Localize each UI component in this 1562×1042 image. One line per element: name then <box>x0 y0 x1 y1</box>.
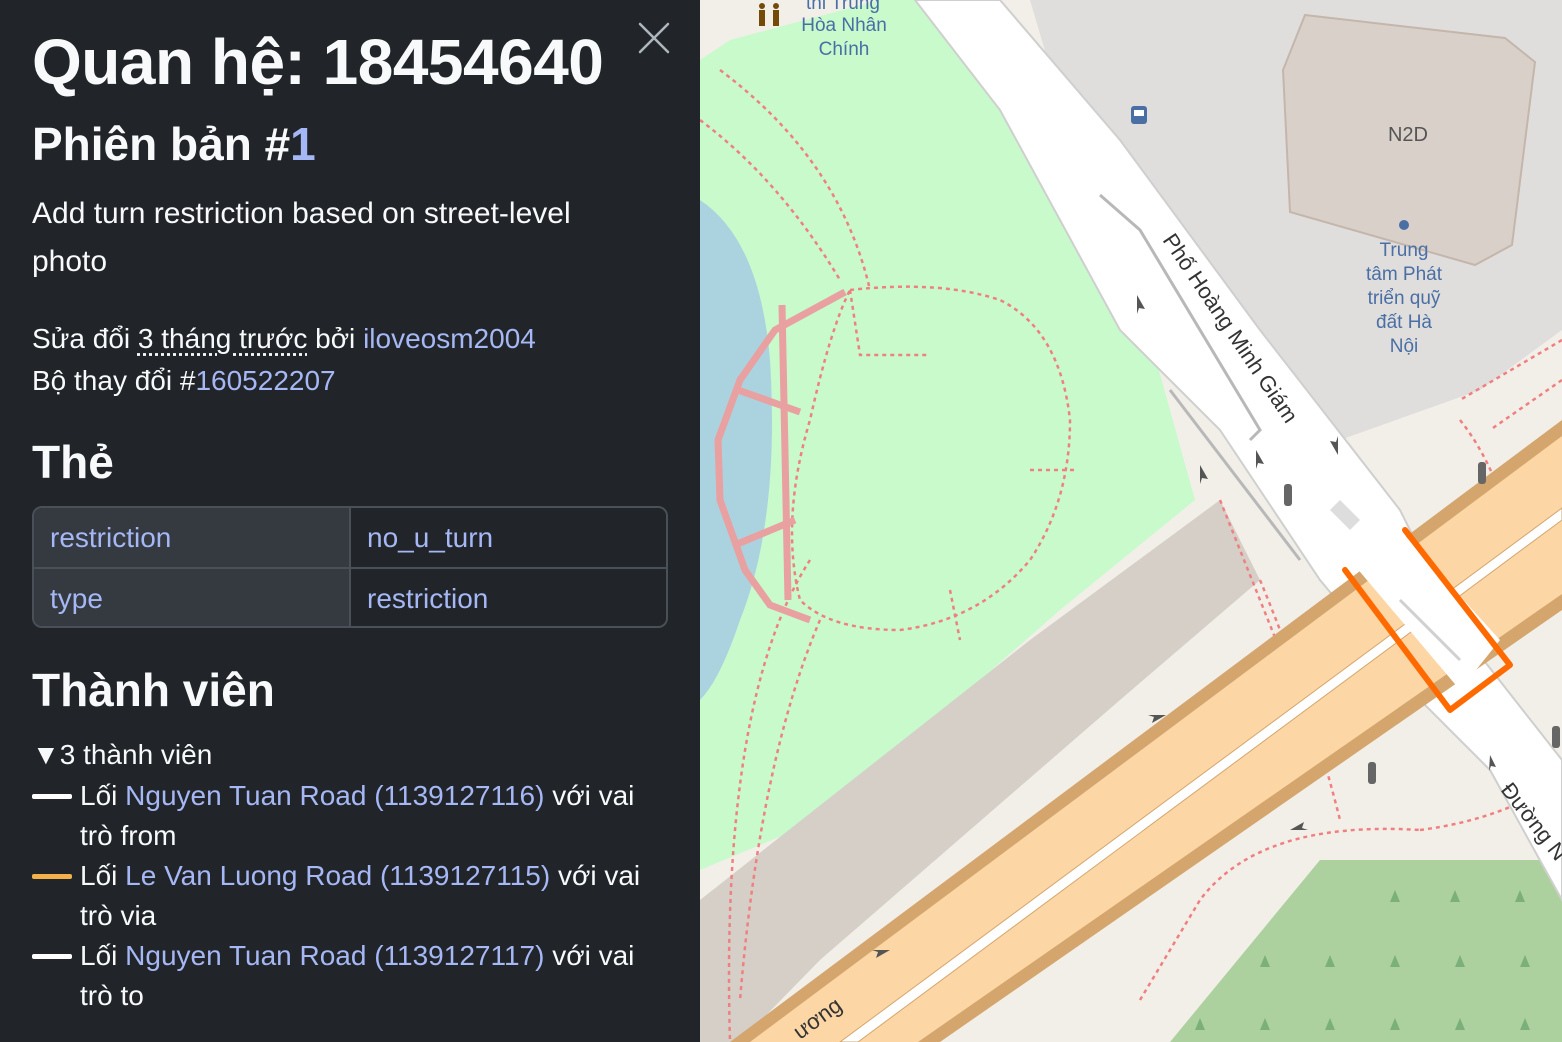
edited-prefix: Sửa đổi <box>32 323 138 354</box>
edited-time: 3 tháng trước <box>137 323 308 354</box>
tag-row: type restriction <box>34 567 666 626</box>
changeset-comment: Add turn restriction based on street-lev… <box>32 197 571 278</box>
way-swatch-icon <box>32 794 72 799</box>
member-link[interactable]: Nguyen Tuan Road (1139127116) <box>125 780 544 811</box>
triangle-down-icon: ▼ <box>32 739 60 770</box>
version-prefix: Phiên bản # <box>32 118 291 170</box>
way-swatch-icon <box>32 954 72 959</box>
version-link[interactable]: 1 <box>290 118 316 170</box>
changeset-link[interactable]: 160522207 <box>195 365 335 396</box>
member-link[interactable]: Le Van Luong Road (1139127115) <box>125 860 550 891</box>
bus-window <box>1134 110 1144 116</box>
tag-key[interactable]: restriction <box>34 508 351 567</box>
changeset-prefix: Bộ thay đổi # <box>32 365 196 396</box>
edited-by: bởi <box>307 323 364 354</box>
tag-value[interactable]: restriction <box>351 569 666 626</box>
poi-dot-icon <box>1399 220 1409 230</box>
map-canvas[interactable]: thi Trung Hòa Nhân Chính N2D Trung tâm P… <box>700 0 1562 1042</box>
poi-label: Chính <box>819 39 870 60</box>
tag-row: restriction no_u_turn <box>34 508 666 567</box>
tags-table: restriction no_u_turn type restriction <box>32 506 668 628</box>
poi-label: thi Trung <box>806 0 880 14</box>
member-prefix: Lối <box>80 860 126 891</box>
tags-heading: Thẻ <box>32 436 114 488</box>
user-link[interactable]: iloveosm2004 <box>363 323 536 354</box>
page-title: Quan hệ: 18454640 <box>32 26 604 98</box>
member-prefix: Lối <box>80 780 126 811</box>
map-view[interactable]: thi Trung Hòa Nhân Chính N2D Trung tâm P… <box>700 0 1562 1042</box>
poi-label: tâm Phát <box>1366 264 1443 285</box>
version-heading: Phiên bản #1 <box>32 116 316 172</box>
list-item: Lối Nguyen Tuan Road (1139127116) với va… <box>32 776 662 856</box>
building-label: N2D <box>1388 124 1428 146</box>
members-count: 3 thành viên <box>59 739 213 770</box>
edit-meta: Sửa đổi 3 tháng trước bởi iloveosm2004 B… <box>32 318 536 402</box>
member-prefix: Lối <box>80 940 126 971</box>
tag-key[interactable]: type <box>34 569 351 626</box>
relation-sidebar: Quan hệ: 18454640 Phiên bản #1 Add turn … <box>0 0 700 1042</box>
list-item: Lối Le Van Luong Road (1139127115) với v… <box>32 856 662 936</box>
members-heading: Thành viên <box>32 664 275 716</box>
poi-label: Hòa Nhân <box>801 15 887 36</box>
poi-label: đất Hà <box>1376 312 1432 333</box>
members-list: Lối Nguyen Tuan Road (1139127116) với va… <box>32 776 662 1016</box>
members-toggle[interactable]: ▼3 thành viên <box>32 738 212 772</box>
poi-label: triển quỹ <box>1368 288 1441 309</box>
tag-value[interactable]: no_u_turn <box>351 508 666 567</box>
list-item: Lối Nguyen Tuan Road (1139127117) với va… <box>32 936 662 1016</box>
close-icon[interactable] <box>634 18 674 58</box>
member-link[interactable]: Nguyen Tuan Road (1139127117) <box>125 940 544 971</box>
way-swatch-icon <box>32 874 72 879</box>
poi-label: Trung <box>1380 240 1429 261</box>
poi-label: Nội <box>1390 336 1419 357</box>
